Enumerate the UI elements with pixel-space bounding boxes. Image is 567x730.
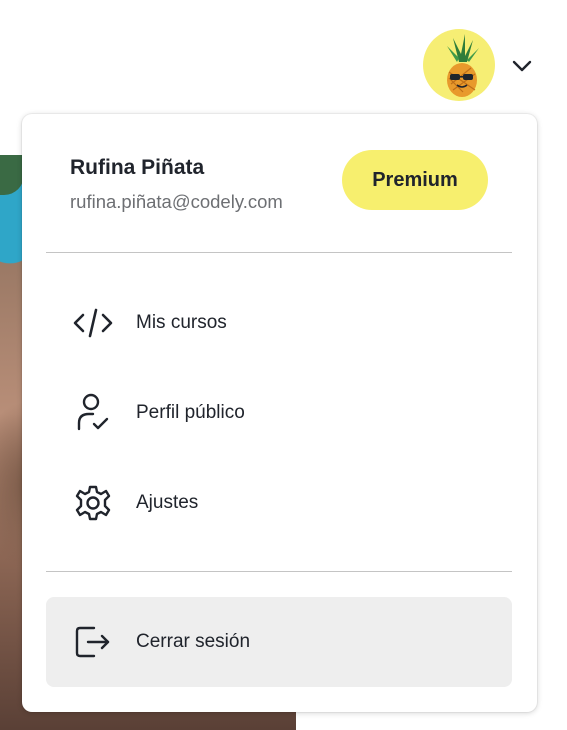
gear-icon [70,480,116,526]
menu-item-label: Ajustes [136,492,199,513]
divider [46,571,512,572]
page: Rufina Piñata rufina.piñata@codely.com P… [0,0,567,730]
chevron-down-icon[interactable] [508,52,536,80]
menu-item-mis-cursos[interactable]: Mis cursos [46,278,512,368]
pineapple-icon [447,34,479,97]
logout-label: Cerrar sesión [136,631,251,652]
user-email: rufina.piñata@codely.com [70,191,283,212]
menu-item-label: Perfil público [136,402,245,423]
menu-item-perfil-publico[interactable]: Perfil público [46,368,512,458]
user-name: Rufina Piñata [70,156,205,179]
premium-badge[interactable]: Premium [342,150,488,210]
menu-item-label: Mis cursos [136,312,227,333]
user-dropdown-menu: Rufina Piñata rufina.piñata@codely.com P… [22,114,537,712]
code-icon [70,300,116,346]
avatar[interactable] [423,29,495,101]
divider [46,252,512,253]
user-check-icon [70,390,116,436]
background-leaf [0,155,24,195]
menu-item-ajustes[interactable]: Ajustes [46,458,512,548]
logout-button[interactable]: Cerrar sesión [46,597,512,687]
logout-icon [70,619,116,665]
